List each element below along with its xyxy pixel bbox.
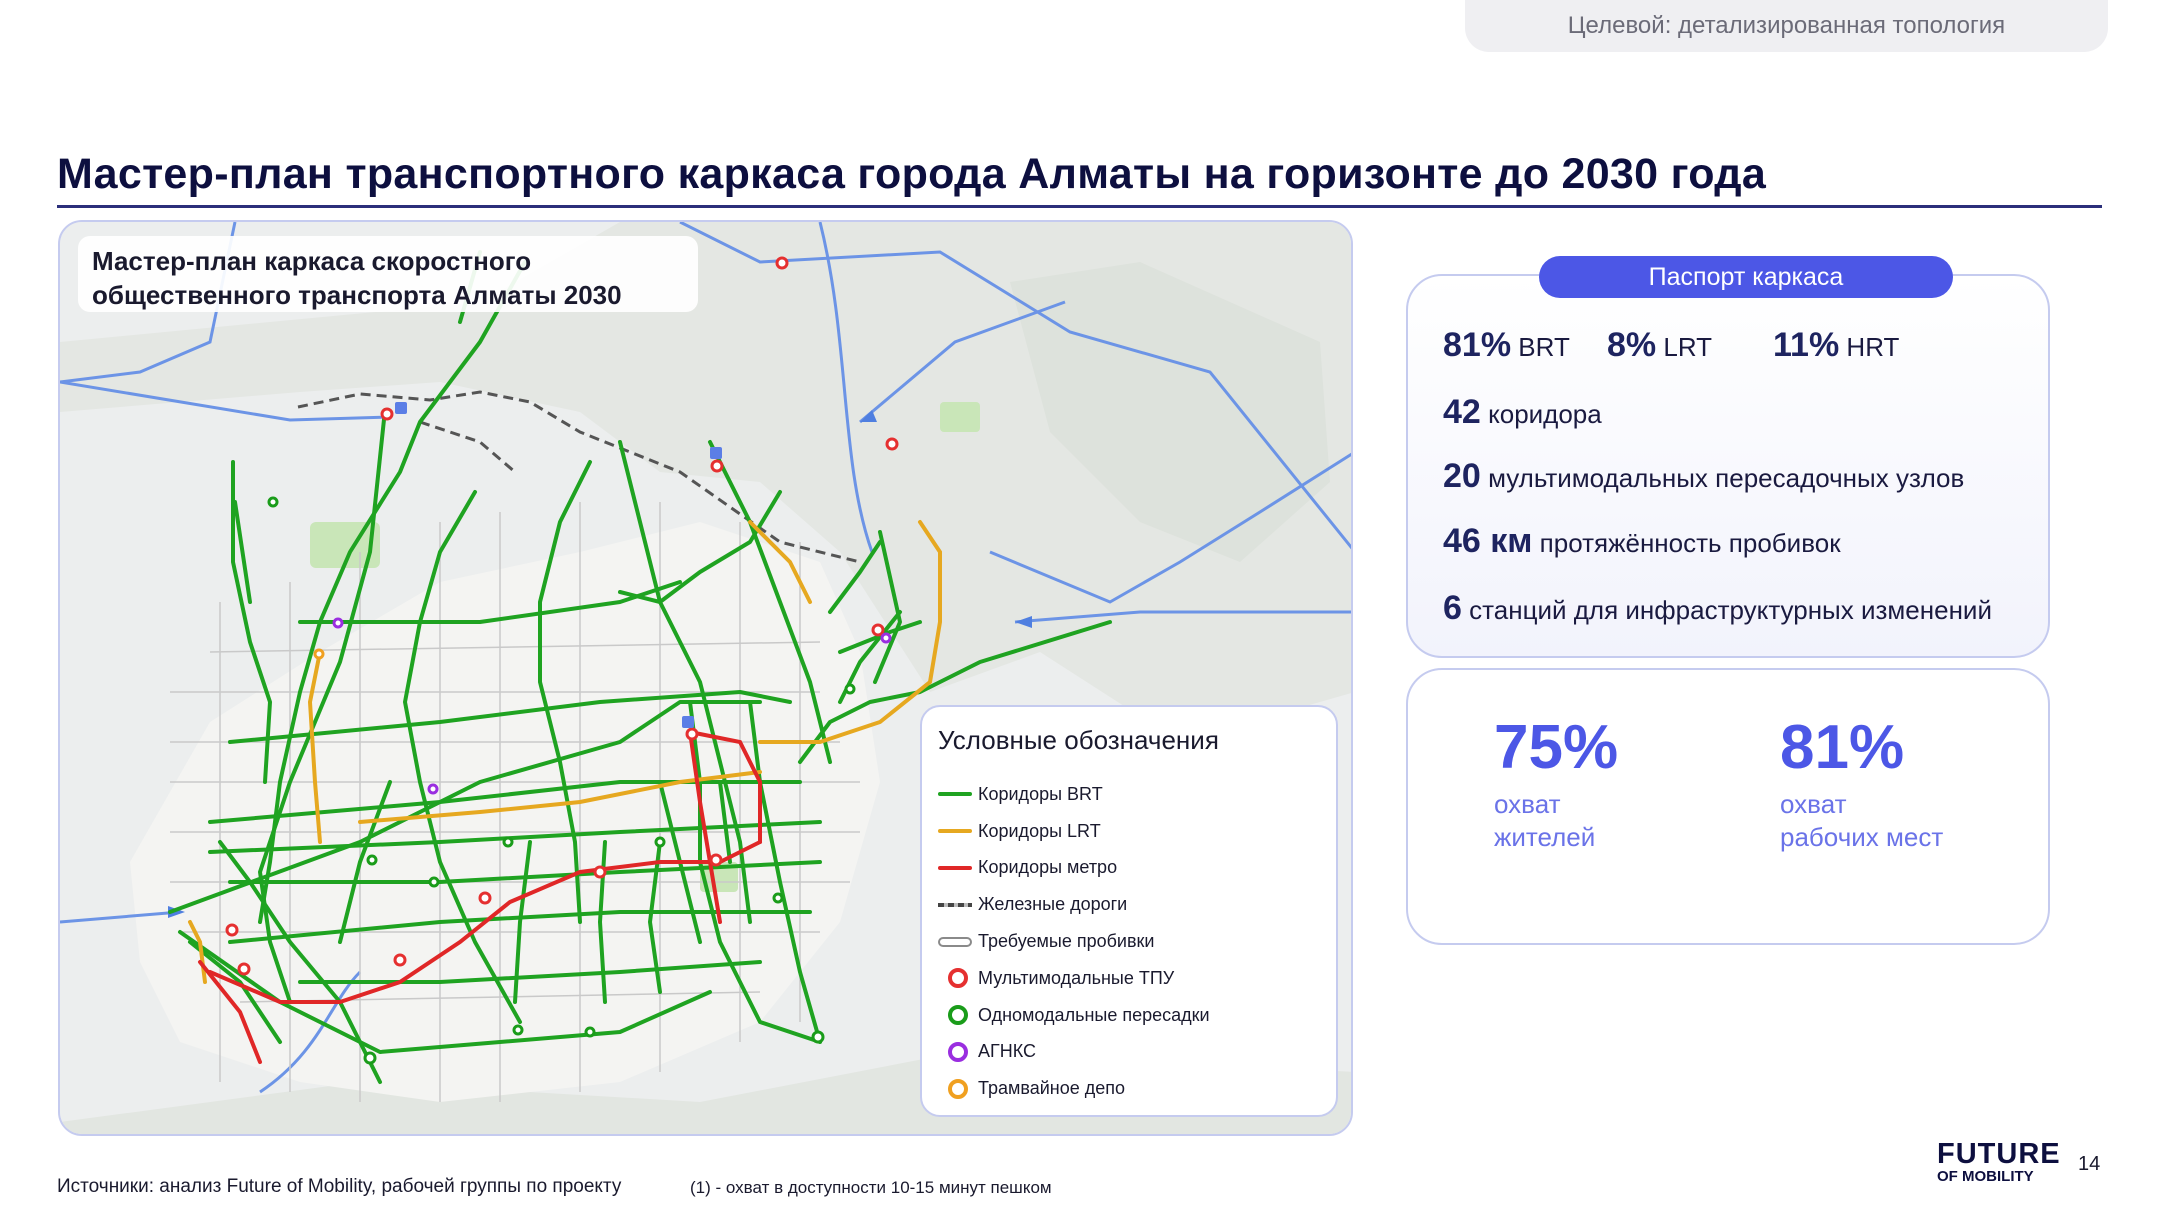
- legend-item-lrt: Коридоры LRT: [938, 813, 1320, 850]
- legend-label: Трамвайное депо: [978, 1078, 1126, 1099]
- share-label: BRT: [1518, 332, 1570, 362]
- agnks-ring-icon: [938, 1041, 976, 1062]
- legend-label: Требуемые пробивки: [978, 931, 1155, 952]
- legend-item-railway: Железные дороги: [938, 886, 1320, 923]
- map-caption-line2: общественного транспорта Алматы 2030: [92, 280, 622, 310]
- brand-logo: FUTURE OF MOBILITY: [1937, 1138, 2061, 1185]
- share-lrt: 8% LRT: [1607, 326, 1712, 365]
- lrt-line-icon: [938, 821, 976, 841]
- share-value: 8%: [1607, 326, 1657, 364]
- coverage-line: жителей: [1494, 822, 1596, 852]
- map-caption-line1: Мастер-план каркаса скоростного: [92, 246, 532, 276]
- coverage-line: рабочих мест: [1780, 822, 1944, 852]
- legend-item-unimodal-transfer: Одномодальные пересадки: [938, 997, 1320, 1034]
- brand-line1: FUTURE: [1937, 1138, 2061, 1170]
- legend-label: Коридоры LRT: [978, 820, 1101, 841]
- stat-stations: 6 станций для инфраструктурных изменений: [1443, 589, 1992, 628]
- title-divider: [57, 205, 2102, 208]
- transport-map[interactable]: Мастер-план каркаса скоростного обществе…: [58, 220, 1353, 1136]
- brand-line2: OF MOBILITY: [1937, 1168, 2034, 1185]
- stat-hubs: 20 мультимодальных пересадочных узлов: [1443, 457, 1964, 496]
- coverage-line: охват: [1780, 789, 1847, 819]
- breakthrough-line-icon: [938, 932, 976, 952]
- stat-label: станций для инфраструктурных изменений: [1469, 595, 1992, 625]
- coverage-jobs-value: 81%: [1780, 713, 1905, 782]
- page-number: 14: [2078, 1153, 2101, 1175]
- share-hrt: 11% HRT: [1773, 326, 1899, 365]
- map-legend: Условные обозначения Коридоры BRT Коридо…: [920, 705, 1338, 1117]
- stat-value: 20: [1443, 457, 1481, 495]
- share-label: LRT: [1663, 332, 1713, 362]
- footer-sources: Источники: анализ Future of Mobility, ра…: [57, 1176, 622, 1197]
- section-tag: Целевой: детализированная топология: [1465, 0, 2108, 52]
- legend-label: Коридоры метро: [978, 857, 1118, 878]
- share-value: 11%: [1773, 326, 1840, 364]
- legend-label: Одномодальные пересадки: [978, 1004, 1210, 1025]
- unimodal-transfer-ring-icon: [938, 1005, 976, 1026]
- legend-item-tram-depot: Трамвайное депо: [938, 1070, 1320, 1107]
- stat-label: протяжённость пробивок: [1539, 528, 1841, 558]
- stat-label: мультимодальных пересадочных узлов: [1488, 463, 1965, 493]
- coverage-residents-label: охват жителей: [1494, 788, 1595, 854]
- stat-corridors: 42 коридора: [1443, 393, 1602, 432]
- legend-title: Условные обозначения: [938, 725, 1219, 755]
- share-brt: 81% BRT: [1443, 326, 1570, 365]
- stat-value: 46 км: [1443, 522, 1533, 560]
- legend-item-breakthrough: Требуемые пробивки: [938, 923, 1320, 960]
- share-label: HRT: [1846, 332, 1900, 362]
- legend-label: Железные дороги: [978, 894, 1128, 915]
- coverage-residents-value: 75%: [1494, 713, 1619, 782]
- legend-item-brt: Коридоры BRT: [938, 776, 1320, 813]
- multimodal-hub-ring-icon: [938, 968, 976, 989]
- stat-breakthroughs: 46 км протяжённость пробивок: [1443, 522, 1841, 561]
- page-title: Мастер-план транспортного каркаса города…: [57, 150, 1767, 198]
- footer-note: (1) - охват в доступности 10-15 минут пе…: [690, 1178, 1052, 1197]
- share-value: 81%: [1443, 326, 1512, 364]
- stat-label: коридора: [1488, 399, 1602, 429]
- brt-line-icon: [938, 784, 976, 804]
- legend-label: Коридоры BRT: [978, 783, 1103, 804]
- stat-value: 6: [1443, 589, 1462, 627]
- passport-title: Паспорт каркаса: [1539, 256, 1953, 298]
- map-caption: Мастер-план каркаса скоростного обществе…: [78, 236, 698, 312]
- legend-item-agnks: АГНКС: [938, 1034, 1320, 1071]
- stat-value: 42: [1443, 393, 1481, 431]
- legend-label: Мультимодальные ТПУ: [978, 967, 1175, 988]
- legend-label: АГНКС: [978, 1041, 1037, 1062]
- tram-depot-ring-icon: [938, 1078, 976, 1099]
- metro-line-icon: [938, 858, 976, 878]
- coverage-line: охват: [1494, 789, 1561, 819]
- railway-line-icon: [938, 895, 976, 915]
- legend-item-multimodal-hub: Мультимодальные ТПУ: [938, 960, 1320, 997]
- legend-item-metro: Коридоры метро: [938, 850, 1320, 887]
- coverage-jobs-label: охват рабочих мест: [1780, 788, 1943, 854]
